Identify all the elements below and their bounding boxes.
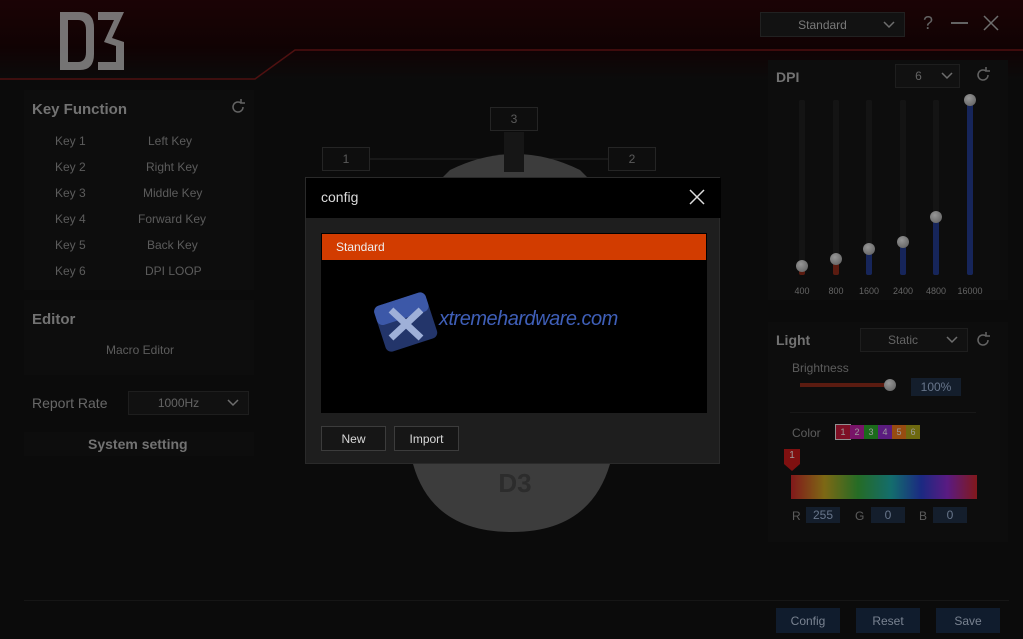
config-dialog: config Standard xtremehardware.com New I…: [305, 177, 721, 464]
close-icon[interactable]: [688, 188, 706, 206]
config-dialog-title: config: [321, 189, 359, 205]
watermark-text: xtremehardware.com: [439, 308, 618, 330]
config-list: Standard xtremehardware.com: [321, 233, 707, 413]
config-list-item-selected[interactable]: Standard: [322, 234, 706, 260]
config-dialog-header: config: [306, 178, 721, 218]
new-config-button[interactable]: New: [321, 426, 386, 451]
import-config-button[interactable]: Import: [394, 426, 459, 451]
